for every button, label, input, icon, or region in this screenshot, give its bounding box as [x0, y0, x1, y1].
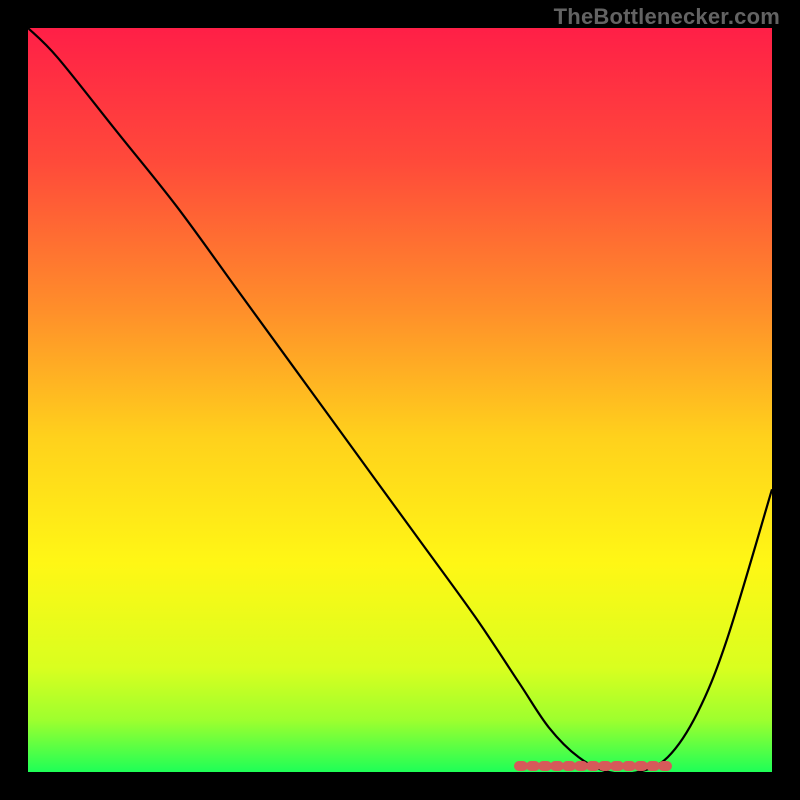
gradient-background: [28, 28, 772, 772]
watermark-text: TheBottleneсker.com: [554, 4, 780, 30]
bottleneck-chart: [0, 0, 800, 800]
chart-stage: TheBottleneсker.com: [0, 0, 800, 800]
